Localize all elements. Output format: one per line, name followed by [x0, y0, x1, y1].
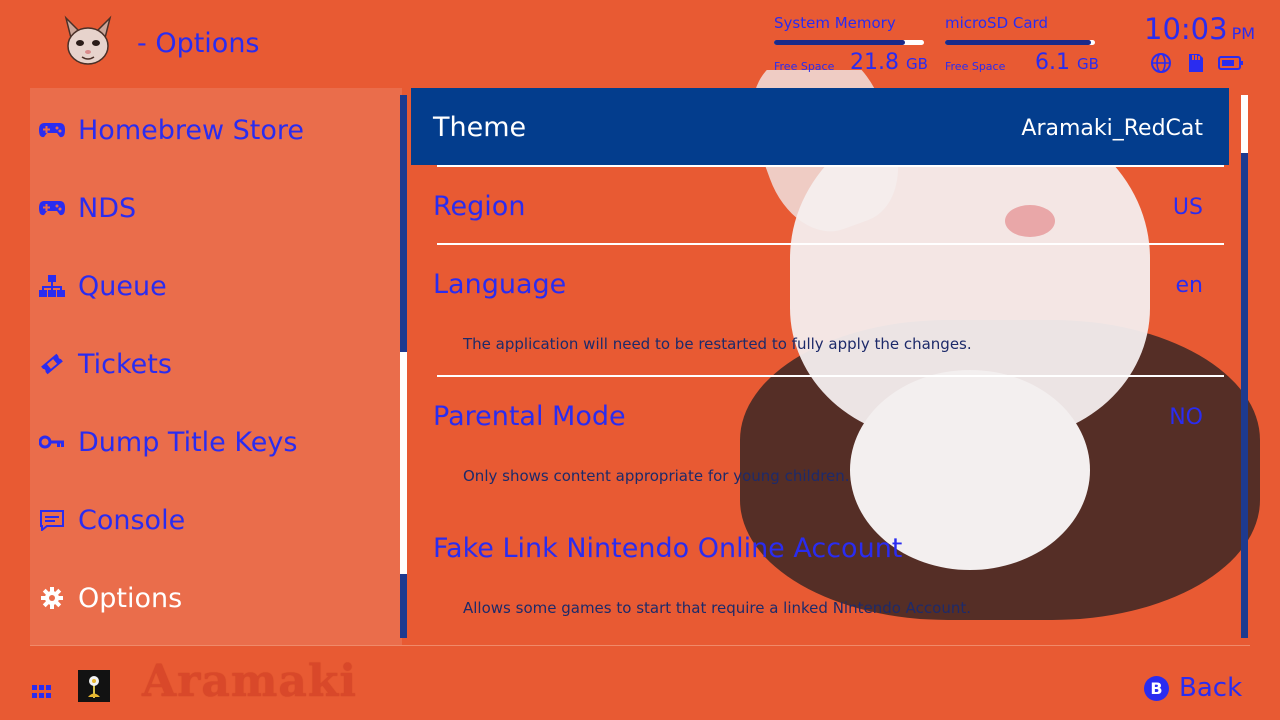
gamepad-icon [38, 194, 66, 222]
sidebar-scrollbar-thumb[interactable] [400, 352, 407, 574]
clock: 10:03 PM [1144, 12, 1255, 46]
b-button-icon: B [1144, 675, 1169, 701]
options-list: Theme Aramaki_RedCat Region US Language … [411, 88, 1229, 645]
status-icons [1150, 52, 1243, 74]
microsd-bar-fill [945, 40, 1091, 45]
page-title: - Options [137, 28, 260, 59]
option-value: US [1172, 195, 1203, 220]
option-label: Language [433, 269, 567, 300]
clock-time: 10:03 [1144, 12, 1228, 46]
option-label: Parental Mode [433, 401, 626, 432]
sidebar-item-homebrew-store[interactable]: Homebrew Store [38, 105, 304, 155]
option-description: Allows some games to start that require … [463, 599, 972, 617]
option-row-parental-mode[interactable]: Parental Mode NO Only shows content appr… [411, 377, 1229, 507]
ticket-icon [38, 350, 66, 378]
footer-divider [30, 645, 1250, 646]
option-value: Aramaki_RedCat [1021, 116, 1203, 141]
brand-logo: Aramaki [142, 656, 358, 707]
system-memory-free-label: Free Space [774, 60, 835, 73]
sidebar-item-console[interactable]: Console [38, 495, 185, 545]
option-description: The application will need to be restarte… [463, 335, 972, 353]
sidebar-item-label: Homebrew Store [78, 114, 305, 146]
microsd-bar [945, 40, 1095, 45]
option-row-language[interactable]: Language en The application will need to… [411, 245, 1229, 375]
system-memory-bar-fill [774, 40, 905, 45]
system-memory-value: 21.8 GB [850, 50, 928, 75]
gear-icon [38, 584, 66, 612]
key-icon [38, 428, 66, 456]
sidebar-item-dump-title-keys[interactable]: Dump Title Keys [38, 417, 297, 467]
microsd-free-label: Free Space [945, 60, 1006, 73]
option-description: Only shows content appropriate for young… [463, 467, 850, 485]
apps-grid-icon[interactable] [32, 684, 52, 698]
sidebar-item-label: Options [78, 582, 183, 614]
globe-icon [1150, 52, 1172, 74]
system-memory-bar [774, 40, 924, 45]
options-scrollbar[interactable] [1241, 95, 1248, 638]
battery-icon [1218, 52, 1243, 74]
sidebar-scrollbar[interactable] [400, 95, 407, 638]
options-scrollbar-thumb[interactable] [1241, 95, 1248, 153]
option-row-region[interactable]: Region US [411, 167, 1229, 243]
sidebar-item-tickets[interactable]: Tickets [38, 339, 172, 389]
sidebar-item-label: Console [78, 504, 186, 536]
system-memory-label: System Memory [774, 14, 896, 32]
sidebar-item-label: NDS [78, 192, 137, 224]
sidebar-item-options[interactable]: Options [38, 573, 182, 623]
back-button[interactable]: B Back [1144, 673, 1242, 703]
option-label: Region [433, 191, 526, 222]
sidebar-item-queue[interactable]: Queue [38, 261, 167, 311]
avatar[interactable] [78, 670, 110, 702]
option-value: en [1175, 273, 1203, 298]
sidebar-item-label: Tickets [78, 348, 172, 380]
app-logo-cat-icon [60, 14, 116, 70]
option-label: Theme [433, 112, 527, 143]
sd-card-icon [1184, 52, 1206, 74]
option-row-theme[interactable]: Theme Aramaki_RedCat [411, 88, 1229, 165]
sitemap-icon [38, 272, 66, 300]
option-label: Fake Link Nintendo Online Account [433, 533, 903, 564]
option-value: NO [1169, 405, 1203, 430]
back-label: Back [1179, 673, 1243, 703]
microsd-label: microSD Card [945, 14, 1048, 32]
microsd-value: 6.1 GB [1035, 50, 1099, 75]
console-icon [38, 506, 66, 534]
sidebar-item-label: Queue [78, 270, 167, 302]
gamepad-icon [38, 116, 66, 144]
option-row-fake-link-account[interactable]: Fake Link Nintendo Online Account Allows… [411, 509, 1229, 645]
sidebar-item-label: Dump Title Keys [78, 426, 298, 458]
clock-ampm: PM [1231, 24, 1256, 43]
sidebar-item-nds[interactable]: NDS [38, 183, 136, 233]
